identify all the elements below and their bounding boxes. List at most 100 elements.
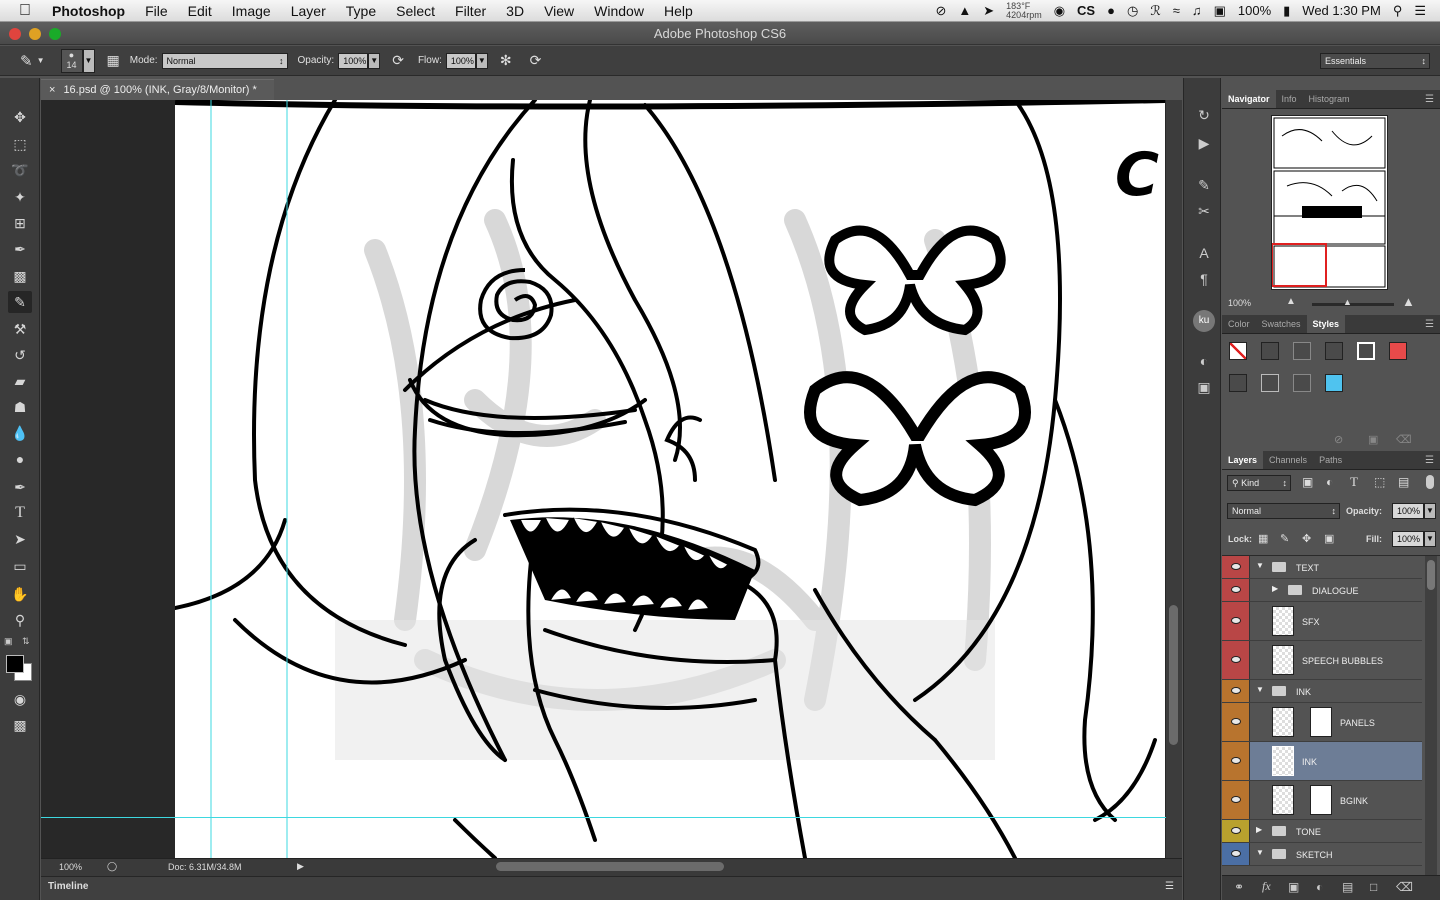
navigator-menu-icon[interactable]: ☰ — [1425, 90, 1434, 108]
navigator-zoom-slider[interactable] — [1312, 303, 1394, 306]
pen-tool-icon[interactable]: ✒ — [8, 476, 32, 498]
link-layers-icon[interactable]: ⚭ — [1234, 880, 1244, 894]
blend-mode-select[interactable]: Normal — [1227, 503, 1340, 519]
visibility-eye-icon[interactable] — [1231, 563, 1241, 570]
spotlight-icon[interactable]: ⚲ — [1393, 3, 1403, 19]
layer-row-sketch-group[interactable]: ▼ SKETCH — [1222, 843, 1422, 866]
default-colors-icon[interactable]: ▣ — [4, 636, 13, 647]
dodge-tool-icon[interactable]: ● — [8, 448, 32, 470]
swap-colors-icon[interactable]: ⇅ — [22, 636, 30, 647]
new-group-icon[interactable]: ▤ — [1342, 880, 1353, 894]
zoom-slider-handle[interactable]: ▲ — [1343, 297, 1352, 307]
temp-readout[interactable]: 183°F 4204rpm — [1006, 1, 1042, 20]
opacity-slider-button[interactable]: ▼ — [368, 52, 381, 69]
vertical-scrollbar[interactable] — [1166, 100, 1182, 858]
screen-mode-icon[interactable]: ▩ — [8, 714, 32, 736]
3d-icon[interactable]: ▣ — [1193, 376, 1215, 398]
notification-icon[interactable]: ☰ — [1414, 3, 1426, 19]
filter-toggle[interactable] — [1426, 475, 1434, 489]
layers-scrollbar[interactable] — [1425, 556, 1437, 875]
layer-row-ink-group[interactable]: ▼ INK — [1222, 680, 1422, 703]
foreground-color-swatch[interactable] — [6, 655, 24, 673]
new-style-icon[interactable]: ▣ — [1368, 433, 1378, 446]
lock-transparent-icon[interactable]: ▦ — [1258, 532, 1268, 545]
filter-adjustment-icon[interactable]: ◐ — [1326, 475, 1333, 489]
time-machine-icon[interactable]: ◷ — [1127, 3, 1138, 19]
volume-icon[interactable]: ♫ — [1192, 3, 1202, 18]
close-window-button[interactable] — [9, 28, 21, 40]
healing-brush-tool-icon[interactable]: ▩ — [8, 265, 32, 287]
mustache-icon[interactable]: ◉ — [1054, 3, 1065, 19]
plane-icon[interactable]: ➤ — [983, 3, 994, 19]
pressure-size-icon[interactable]: ⟳ — [530, 52, 542, 69]
rectangle-tool-icon[interactable]: ▭ — [8, 555, 32, 577]
visibility-eye-icon[interactable] — [1231, 617, 1241, 624]
style-swatch-3[interactable] — [1293, 342, 1311, 360]
blur-tool-icon[interactable]: 💧 — [8, 422, 32, 444]
lock-image-icon[interactable]: ✎ — [1280, 532, 1289, 545]
group-expanded-arrow-icon[interactable]: ▼ — [1256, 685, 1264, 694]
delete-layer-icon[interactable]: ⌫ — [1396, 880, 1413, 894]
filter-smart-object-icon[interactable]: ▤ — [1398, 475, 1409, 489]
character-icon[interactable]: A — [1193, 242, 1215, 264]
type-tool-icon[interactable]: T — [8, 502, 32, 524]
menu-filter[interactable]: Filter — [455, 3, 486, 19]
style-swatch-red[interactable] — [1389, 342, 1407, 360]
visibility-eye-icon[interactable] — [1231, 796, 1241, 803]
style-swatch-blue[interactable] — [1325, 374, 1343, 392]
visibility-eye-icon[interactable] — [1231, 687, 1241, 694]
history-brush-tool-icon[interactable]: ↺ — [8, 344, 32, 366]
navigator-zoom[interactable]: 100% — [1228, 298, 1251, 308]
delete-style-icon[interactable]: ⌫ — [1396, 433, 1412, 446]
globe-icon[interactable]: ● — [1107, 3, 1115, 18]
zoom-level[interactable]: 100% — [59, 862, 82, 872]
mode-select[interactable]: Normal — [161, 52, 288, 69]
lock-all-icon[interactable]: ▣ — [1324, 532, 1334, 545]
visibility-eye-icon[interactable] — [1231, 850, 1241, 857]
visibility-eye-icon[interactable] — [1231, 656, 1241, 663]
hand-tool-icon[interactable]: ✋ — [8, 583, 32, 605]
magic-wand-tool-icon[interactable]: ✦ — [8, 186, 32, 208]
layer-row-panels[interactable]: PANELS — [1222, 703, 1422, 742]
airbrush-icon[interactable]: ✻ — [500, 52, 512, 69]
cs-status[interactable]: CS — [1077, 3, 1095, 18]
menu-type[interactable]: Type — [346, 3, 376, 19]
layer-row-sfx[interactable]: SFX — [1222, 602, 1422, 641]
filter-pixel-icon[interactable]: ▣ — [1302, 475, 1313, 489]
filter-shape-icon[interactable]: ⬚ — [1374, 475, 1385, 489]
style-swatch-7[interactable] — [1229, 374, 1247, 392]
document-tab[interactable]: × 16.psd @ 100% (INK, Gray/8/Monitor) * — [41, 79, 274, 100]
lock-position-icon[interactable]: ✥ — [1302, 532, 1311, 545]
brush-tool-icon[interactable]: ✎ — [8, 291, 32, 313]
menu-3d[interactable]: 3D — [506, 3, 524, 19]
brush-tool-preset-icon[interactable]: ✎ — [20, 52, 33, 70]
group-expanded-arrow-icon[interactable]: ▼ — [1256, 561, 1264, 570]
filter-type-icon[interactable]: T — [1350, 474, 1358, 490]
menu-help[interactable]: Help — [664, 3, 693, 19]
layer-row-dialogue-group[interactable]: ▶ DIALOGUE — [1222, 579, 1422, 602]
layers-scroll-thumb[interactable] — [1427, 560, 1435, 590]
clock[interactable]: Wed 1:30 PM — [1302, 3, 1381, 18]
sync-icon[interactable]: ⊘ — [935, 3, 946, 19]
battery-icon[interactable]: ▮ — [1283, 3, 1290, 19]
zoom-out-icon[interactable]: ▲ — [1286, 296, 1296, 307]
tab-color[interactable]: Color — [1222, 315, 1256, 333]
bluetooth-icon[interactable]: ℛ — [1150, 3, 1160, 19]
styles-menu-icon[interactable]: ☰ — [1425, 315, 1434, 333]
layer-opacity-input[interactable]: 100% — [1392, 503, 1424, 519]
eyedropper-tool-icon[interactable]: ✒ — [8, 238, 32, 260]
menu-image[interactable]: Image — [232, 3, 271, 19]
layer-row-ink-selected[interactable]: INK — [1222, 742, 1422, 781]
layer-opacity-slider[interactable]: ▼ — [1424, 503, 1436, 519]
marquee-tool-icon[interactable]: ⬚ — [8, 133, 32, 155]
visibility-eye-icon[interactable] — [1231, 586, 1241, 593]
navigator-thumbnail[interactable] — [1271, 115, 1388, 290]
move-tool-icon[interactable]: ✥ — [8, 106, 32, 128]
tab-layers[interactable]: Layers — [1222, 451, 1264, 469]
minimize-window-button[interactable] — [29, 28, 41, 40]
brush-size-picker[interactable]: ● 14 — [60, 48, 83, 73]
paragraph-icon[interactable]: ¶ — [1193, 268, 1215, 290]
adjustments-icon[interactable]: ◐ — [1193, 350, 1215, 372]
group-collapsed-arrow-icon[interactable]: ▶ — [1272, 584, 1278, 593]
fill-slider[interactable]: ▼ — [1424, 531, 1436, 547]
